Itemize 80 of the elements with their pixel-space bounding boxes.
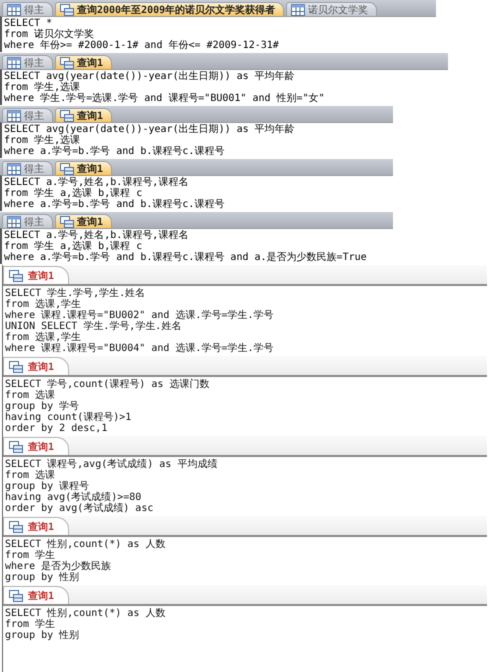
sql-line: SELECT *	[4, 18, 54, 29]
sql-line: from 学生 a,选课 b,课程 c	[4, 241, 144, 252]
sql-line: SELECT 学号,count(课程号) as 选课门数	[5, 379, 210, 390]
sql-line: from 学生 a,选课 b,课程 c	[4, 188, 144, 199]
table-icon	[7, 216, 21, 228]
document-tab[interactable]: 查询1	[55, 108, 112, 122]
sql-line: SELECT avg(year(date())-year(出生日期)) as 平均年龄	[4, 124, 296, 135]
sql-line: SELECT a.学号,姓名,b.课程号,课程名	[4, 230, 190, 241]
sql-editor[interactable]: SELECT avg(year(date())-year(出生日期)) as 平均年龄 from 学生,选课 where a.学号=b.学号 and b.课程号c.课程号	[0, 122, 393, 158]
document-tab[interactable]: 得主	[2, 55, 53, 69]
document-tab[interactable]: 得主	[2, 108, 53, 122]
sql-editor[interactable]: SELECT avg(year(date())-year(出生日期)) as 平均年龄 from 学生,选课 where 学生.学号=选课.学号 and 课程号="BU001" and 性别="女"	[0, 69, 448, 105]
document-tab[interactable]: 得主	[2, 214, 53, 228]
query-icon	[60, 216, 74, 228]
sql-line: SELECT 学生.学号,学生.姓名	[5, 288, 146, 299]
query-icon	[9, 590, 23, 602]
table-icon	[291, 4, 306, 16]
sql-line: where a.学号=b.学号 and b.课程号c.课程号	[4, 199, 226, 210]
sql-line: where a.学号=b.学号 and b.课程号c.课程号	[4, 146, 226, 157]
query-icon	[9, 440, 23, 452]
sql-editor[interactable]: SELECT * from 诺贝尔文学奖 where 年份>= #2000-1-1# and 年份<= #2009-12-31#	[0, 16, 436, 52]
sql-line: where 学生.学号=选课.学号 and 课程号="BU001" and 性别="女"	[4, 93, 326, 104]
document-tab[interactable]: 查询1	[3, 437, 70, 455]
sql-line: from 学生,选课	[4, 135, 82, 146]
sql-line: from 选课,学生	[5, 332, 82, 343]
sql-line: order by avg(考试成绩) asc	[5, 503, 154, 514]
sql-editor[interactable]: SELECT 性别,count(*) as 人数 from 学生 group by 性别	[3, 606, 487, 643]
sql-editor[interactable]: SELECT 性别,count(*) as 人数 from 学生 where 是否为少数民族 group by 性别	[3, 537, 487, 585]
document-tab[interactable]: 得主	[2, 161, 53, 175]
sql-line: SELECT 性别,count(*) as 人数	[5, 608, 166, 619]
table-icon	[7, 110, 21, 122]
document-tab[interactable]: 查询1	[55, 161, 112, 175]
table-icon	[7, 56, 21, 68]
sql-line: from 学生,选课	[4, 82, 82, 93]
document-tab[interactable]: 查询2000年至2009年的诺贝尔文学奖获得者	[55, 2, 284, 16]
sql-line: having count(课程号)>1	[5, 412, 132, 423]
sql-line: from 学生	[5, 619, 56, 630]
query-icon	[60, 162, 74, 174]
sql-line: group by 课程号	[5, 481, 90, 492]
query-icon	[9, 270, 23, 282]
sql-line: where 课程.课程号="BU004" and 选课.学号=学生.学号	[5, 343, 274, 354]
sql-line: SELECT avg(year(date())-year(出生日期)) as 平均年龄	[4, 71, 296, 82]
sql-line: SELECT a.学号,姓名,b.课程号,课程名	[4, 177, 190, 188]
sql-line: where 课程.课程号="BU002" and 选课.学号=学生.学号	[5, 310, 274, 321]
sql-editor[interactable]: SELECT 课程号,avg(考试成绩) as 平均成绩 from 选课 group by 课程号 having avg(考试成绩)>=80 order by avg(考试成绩) asc	[3, 457, 487, 516]
sql-line: having avg(考试成绩)>=80	[5, 492, 142, 503]
sql-editor[interactable]: SELECT a.学号,姓名,b.课程号,课程名 from 学生 a,选课 b,课程 c where a.学号=b.学号 and b.课程号c.课程号 and a.是否为少数民族=True	[0, 228, 393, 264]
sql-line: group by 性别	[5, 630, 80, 641]
sql-line: from 选课	[5, 390, 56, 401]
document-tab[interactable]: 查询1	[3, 517, 70, 535]
sql-line: SELECT 课程号,avg(考试成绩) as 平均成绩	[5, 459, 218, 470]
sql-editor[interactable]: SELECT 学生.学号,学生.姓名 from 选课,学生 where 课程.课程号="BU002" and 选课.学号=学生.学号 UNION SELECT 学生.学号,学生.姓名 from 选课,学生 where 课程.课程号="BU004" and 选课.学号=学生.学号	[3, 286, 487, 356]
query-icon	[9, 520, 23, 532]
document-tab[interactable]: 诺贝尔文学奖	[286, 2, 378, 16]
sql-line: where 是否为少数民族	[5, 561, 112, 572]
sql-line: from 诺贝尔文学奖	[4, 29, 96, 40]
table-icon	[7, 4, 21, 16]
sql-line: order by 2 desc,1	[5, 423, 108, 434]
query-icon	[60, 56, 74, 68]
sql-editor[interactable]: SELECT a.学号,姓名,b.课程号,课程名 from 学生 a,选课 b,课程 c where a.学号=b.学号 and b.课程号c.课程号	[0, 175, 393, 211]
table-icon	[7, 162, 21, 174]
query-icon	[60, 4, 74, 16]
sql-line: from 选课	[5, 470, 56, 481]
document-tab[interactable]: 查询1	[3, 266, 70, 284]
sql-line: where a.学号=b.学号 and b.课程号c.课程号 and a.是否为少数民族=True	[4, 252, 368, 263]
sql-line: where 年份>= #2000-1-1# and 年份<= #2009-12-31#	[4, 40, 280, 51]
document-tab[interactable]: 查询1	[55, 214, 112, 228]
sql-line: SELECT 性别,count(*) as 人数	[5, 539, 166, 550]
document-tab[interactable]: 得主	[2, 2, 53, 16]
sql-line: from 选课,学生	[5, 299, 82, 310]
document-tab[interactable]: 查询1	[3, 357, 70, 375]
document-tab[interactable]: 查询1	[3, 586, 70, 604]
sql-line: UNION SELECT 学生.学号,学生.姓名	[5, 321, 182, 332]
sql-editor[interactable]: SELECT 学号,count(课程号) as 选课门数 from 选课 group by 学号 having count(课程号)>1 order by 2 desc,1	[3, 377, 487, 436]
document-tab[interactable]: 查询1	[55, 55, 112, 69]
query-icon	[9, 360, 23, 372]
sql-line: group by 学号	[5, 401, 80, 412]
sql-line: group by 性别	[5, 572, 80, 583]
query-icon	[60, 110, 74, 122]
sql-line: from 学生	[5, 550, 56, 561]
